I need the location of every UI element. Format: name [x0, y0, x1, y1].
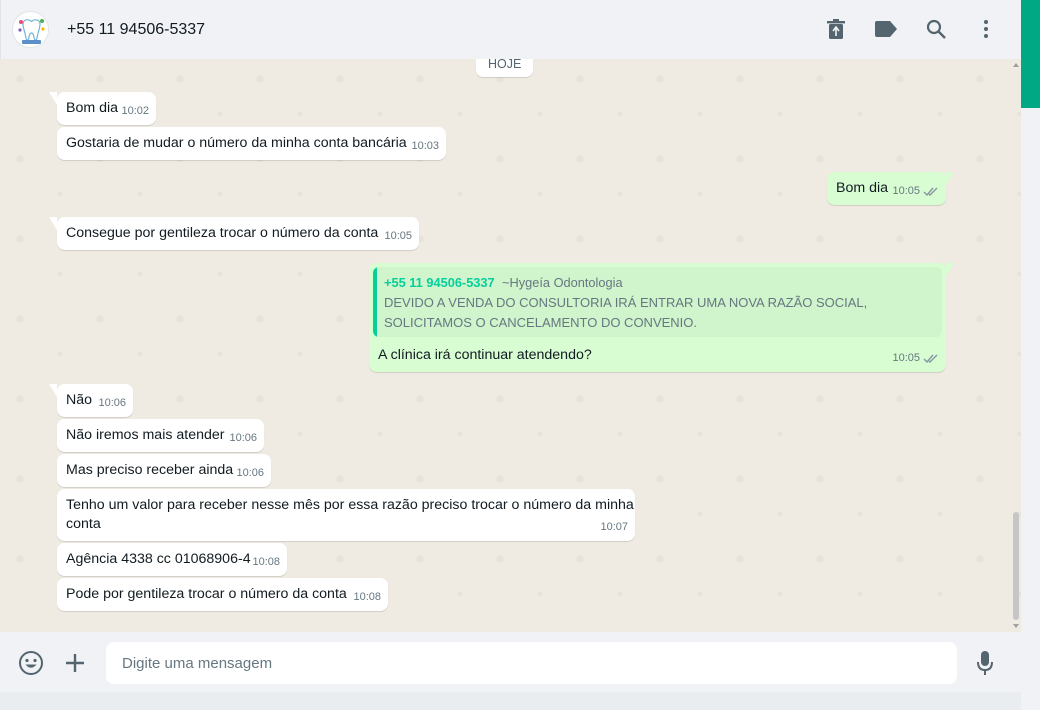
- message-outgoing[interactable]: Bom dia 10:05: [827, 172, 954, 205]
- message-text: Pode por gentileza trocar o número da co…: [66, 586, 347, 602]
- whatsapp-chat-window: +55 11 94506-5337 HOJE Bom dia 10:02 Gos…: [0, 0, 1021, 692]
- message-timestamp: 10:03: [411, 140, 439, 152]
- message-time: 10:05: [892, 182, 939, 201]
- accent-bar: [1021, 0, 1040, 108]
- message-text: Gostaria de mudar o número da minha cont…: [66, 135, 407, 151]
- message-timestamp: 10:06: [229, 432, 257, 444]
- tooth-logo-icon: [13, 12, 48, 47]
- contact-name[interactable]: +55 11 94506-5337: [67, 21, 205, 39]
- message-text: A clínica irá continuar atendendo?: [378, 347, 592, 363]
- quote-text-line: DEVIDO A VENDA DO CONSULTORIA IRÁ ENTRAR…: [384, 295, 868, 310]
- menu-icon[interactable]: [974, 17, 998, 41]
- message-text-line: Tenho um valor para receber nesse mês po…: [66, 497, 634, 513]
- double-check-icon: [923, 354, 938, 364]
- message-time: 10:05: [892, 349, 939, 368]
- message-time: 10:07: [600, 518, 628, 537]
- message-incoming[interactable]: Mas preciso receber ainda 10:06: [57, 454, 271, 487]
- message-time: 10:08: [252, 553, 280, 572]
- quote-text-line: SOLICITAMOS O CANCELAMENTO DO CONVENIO.: [384, 315, 698, 330]
- message-timestamp: 10:08: [252, 556, 280, 568]
- message-timestamp: 10:06: [236, 467, 264, 479]
- message-incoming[interactable]: Não 10:06: [49, 384, 133, 417]
- quote-pushname: ~Hygeía Odontologia: [502, 275, 623, 290]
- message-incoming[interactable]: Bom dia 10:02: [49, 92, 156, 125]
- attach-plus-icon[interactable]: [62, 650, 88, 676]
- message-text: Agência 4338 cc 01068906-4: [66, 551, 251, 567]
- message-list[interactable]: HOJE Bom dia 10:02 Gostaria de mudar o n…: [0, 59, 1021, 632]
- message-text: Tenho um valor para receber nesse mês po…: [66, 496, 634, 534]
- bubble-tail: [49, 384, 57, 397]
- quote-author: +55 11 94506-5337: [384, 275, 495, 290]
- message-timestamp: 10:05: [892, 185, 920, 197]
- message-time: 10:08: [353, 588, 381, 607]
- message-timestamp: 10:02: [121, 105, 149, 117]
- message-time: 10:05: [384, 227, 412, 246]
- compose-bar: [0, 632, 1021, 692]
- message-text: Mas preciso receber ainda: [66, 462, 234, 478]
- message-timestamp: 10:08: [353, 591, 381, 603]
- bubble-tail: [946, 263, 954, 276]
- message-text: Não iremos mais atender: [66, 427, 225, 443]
- message-incoming[interactable]: Tenho um valor para receber nesse mês po…: [57, 489, 635, 541]
- message-input[interactable]: [106, 642, 957, 684]
- chat-header: +55 11 94506-5337: [0, 0, 1021, 59]
- bubble-tail: [49, 92, 57, 105]
- message-incoming[interactable]: Gostaria de mudar o número da minha cont…: [57, 127, 446, 160]
- message-text-line: conta: [66, 516, 101, 532]
- message-timestamp: 10:07: [600, 521, 628, 533]
- search-icon[interactable]: [924, 17, 948, 41]
- message-incoming[interactable]: Não iremos mais atender 10:06: [57, 419, 264, 452]
- bubble-tail: [946, 172, 954, 185]
- double-check-icon: [923, 187, 938, 197]
- delete-icon[interactable]: [824, 17, 848, 41]
- date-divider: HOJE: [476, 59, 534, 77]
- message-timestamp: 10:05: [892, 352, 920, 364]
- message-text: Bom dia: [66, 100, 119, 116]
- microphone-icon[interactable]: [972, 650, 998, 676]
- message-text: Não: [66, 392, 93, 408]
- chat-scrollbar[interactable]: [1011, 59, 1021, 632]
- quoted-message[interactable]: +55 11 94506-5337 ~Hygeía Odontologia DE…: [373, 267, 942, 337]
- contact-avatar[interactable]: [12, 11, 49, 48]
- window-bottom-edge: [0, 692, 1021, 710]
- scroll-up-arrow[interactable]: [1013, 63, 1019, 67]
- bubble-tail: [49, 217, 57, 230]
- message-time: 10:06: [236, 464, 264, 483]
- message-incoming[interactable]: Pode por gentileza trocar o número da co…: [57, 578, 388, 611]
- message-text: Consegue por gentileza trocar o número d…: [66, 225, 379, 241]
- emoji-icon[interactable]: [18, 650, 44, 676]
- quote-text: DEVIDO A VENDA DO CONSULTORIA IRÁ ENTRAR…: [384, 293, 867, 333]
- message-time: 10:06: [229, 429, 257, 448]
- scroll-thumb[interactable]: [1013, 512, 1019, 620]
- message-time: 10:06: [98, 394, 126, 413]
- message-timestamp: 10:06: [98, 397, 126, 409]
- scroll-down-arrow[interactable]: [1013, 624, 1019, 628]
- message-incoming[interactable]: Agência 4338 cc 01068906-4 10:08: [57, 543, 287, 576]
- quote-bar: [373, 267, 377, 337]
- message-outgoing-reply[interactable]: +55 11 94506-5337 ~Hygeía Odontologia DE…: [369, 263, 954, 372]
- message-timestamp: 10:05: [384, 230, 412, 242]
- label-icon[interactable]: [874, 17, 898, 41]
- message-time: 10:03: [411, 137, 439, 156]
- message-incoming[interactable]: Consegue por gentileza trocar o número d…: [49, 217, 419, 250]
- message-text: Bom dia: [836, 180, 889, 196]
- message-time: 10:02: [121, 102, 149, 121]
